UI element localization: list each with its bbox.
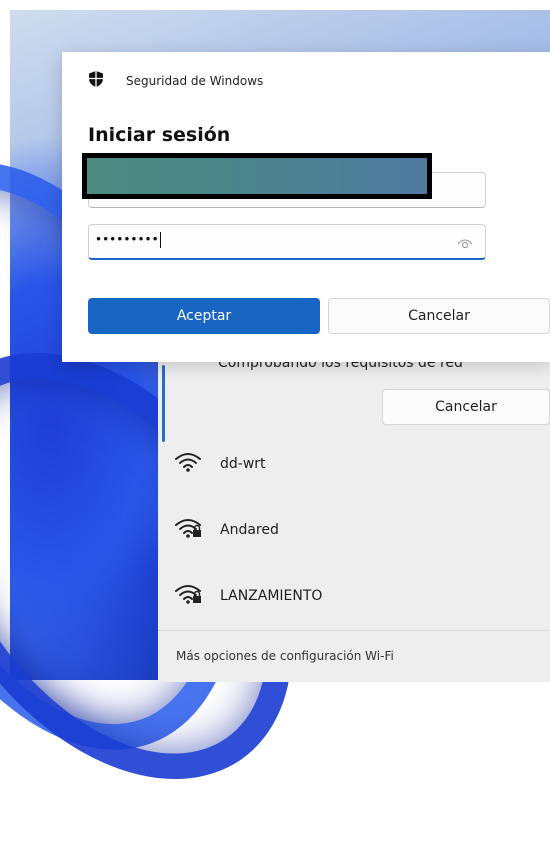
wifi-secured-icon (174, 583, 202, 609)
network-item-lanzamiento[interactable]: LANZAMIENTO (174, 583, 322, 609)
network-item-dd-wrt[interactable]: dd-wrt (174, 451, 266, 477)
network-name: LANZAMIENTO (220, 588, 323, 604)
redacted-username (87, 158, 427, 194)
dialog-title-bar: Seguridad de Windows (88, 70, 263, 92)
shield-icon (88, 70, 104, 92)
password-field[interactable]: ••••••••• (88, 224, 486, 260)
network-name: Andared (220, 522, 279, 538)
redaction-box (82, 153, 432, 199)
accept-button[interactable]: Aceptar (88, 298, 320, 334)
network-cancel-button[interactable]: Cancelar (382, 389, 550, 425)
panel-divider (158, 630, 550, 631)
reveal-password-icon[interactable] (457, 235, 473, 249)
cancel-button[interactable]: Cancelar (328, 298, 550, 334)
dialog-heading: Iniciar sesión (88, 124, 231, 146)
password-dots: ••••••••• (95, 232, 159, 247)
selected-network-indicator (162, 365, 165, 442)
network-name: dd-wrt (220, 456, 266, 472)
text-caret (159, 232, 161, 248)
password-mask: ••••••••• (95, 232, 161, 248)
windows-security-dialog: Seguridad de Windows Iniciar sesión ••••… (62, 52, 550, 362)
more-wifi-settings-link[interactable]: Más opciones de configuración Wi-Fi (176, 649, 394, 663)
dialog-app-title: Seguridad de Windows (126, 74, 264, 88)
wifi-open-icon (174, 451, 202, 477)
wifi-secured-icon (174, 517, 202, 543)
network-item-andared[interactable]: Andared (174, 517, 279, 543)
